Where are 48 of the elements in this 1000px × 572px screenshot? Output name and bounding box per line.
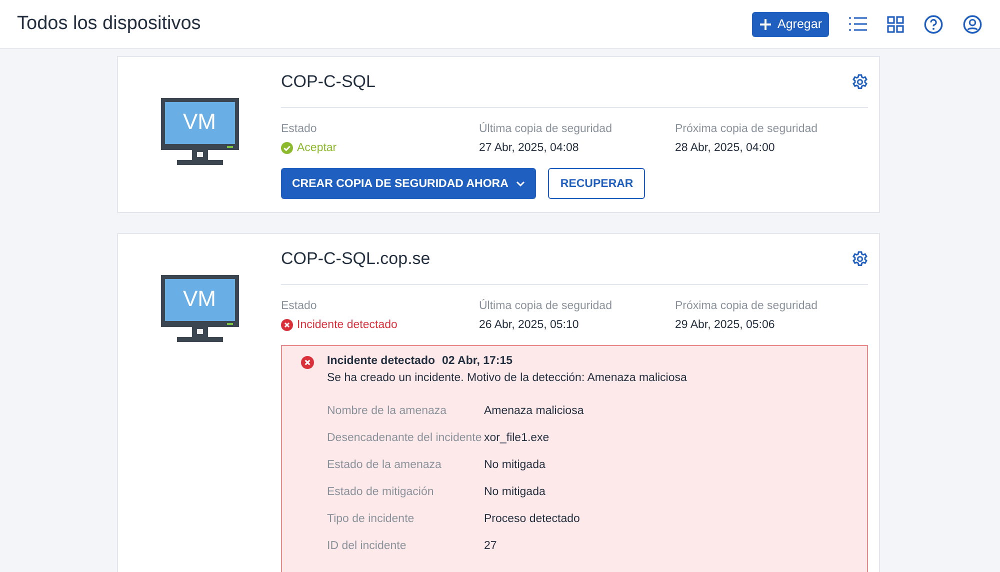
monitor-icon: [160, 98, 238, 166]
settings-icon[interactable]: [852, 74, 868, 90]
detail-value: Amenaza maliciosa: [484, 404, 585, 419]
incident-time: 02 Abr, 17:15: [442, 355, 513, 367]
plus-icon: [758, 18, 772, 30]
account-icon[interactable]: [963, 14, 982, 34]
field-value: 29 Abr, 2025, 05:06: [675, 318, 776, 333]
chevron-down-icon: [516, 180, 526, 186]
field-label: Estado: [281, 122, 318, 137]
detail-value: No mitigada: [484, 458, 546, 473]
detail-label: Estado de mitigación: [327, 485, 435, 500]
vm-label: VM: [182, 286, 217, 312]
page-title: Todos los dispositivos: [17, 13, 201, 35]
grid-view-icon[interactable]: [887, 16, 904, 32]
detail-label: Tipo de incidente: [327, 512, 416, 527]
field-value: 28 Abr, 2025, 04:00: [675, 141, 776, 156]
recover-button[interactable]: RECUPERAR: [548, 168, 646, 199]
status-text: Aceptar: [297, 141, 337, 156]
device-name: COP-C-SQL.cop.se: [281, 249, 430, 269]
detail-value: No mitigada: [484, 485, 546, 500]
detail-label: Estado de la amenaza: [327, 458, 442, 473]
field-label: Última copia de seguridad: [479, 298, 613, 314]
detail-value: Proceso detectado: [484, 512, 581, 527]
settings-icon[interactable]: [852, 251, 868, 267]
help-icon[interactable]: [924, 14, 943, 34]
field-value: 26 Abr, 2025, 05:10: [479, 318, 580, 333]
status-text: Incidente detectado: [297, 318, 398, 333]
detail-value: 27: [484, 539, 498, 554]
field-value: 27 Abr, 2025, 04:08: [479, 141, 580, 156]
field-label: Próxima copia de seguridad: [675, 299, 819, 314]
check-circle-icon: [281, 142, 293, 154]
detail-label: Desencadenante del incidente: [327, 431, 483, 446]
monitor-icon: [160, 275, 238, 343]
incident-title: Incidente detectado: [327, 355, 435, 367]
field-label: Próxima copia de seguridad: [675, 122, 819, 137]
incident-message: Se ha creado un incidente. Motivo de la detección: Amenaza maliciosa: [327, 372, 687, 384]
backup-now-button[interactable]: CREAR COPIA DE SEGURIDAD AHORA: [281, 168, 536, 199]
list-view-icon[interactable]: [849, 16, 867, 32]
error-icon: [301, 356, 314, 369]
detail-label: Nombre de la amenaza: [327, 404, 448, 419]
field-label: Estado: [281, 299, 318, 314]
error-icon: [281, 319, 293, 331]
device-name: COP-C-SQL: [281, 72, 376, 92]
detail-label: ID del incidente: [327, 539, 408, 554]
field-label: Última copia de seguridad: [479, 121, 613, 137]
vm-label: VM: [182, 109, 217, 135]
add-button[interactable]: Agregar: [752, 12, 829, 36]
detail-value: xor_file1.exe: [484, 431, 550, 446]
